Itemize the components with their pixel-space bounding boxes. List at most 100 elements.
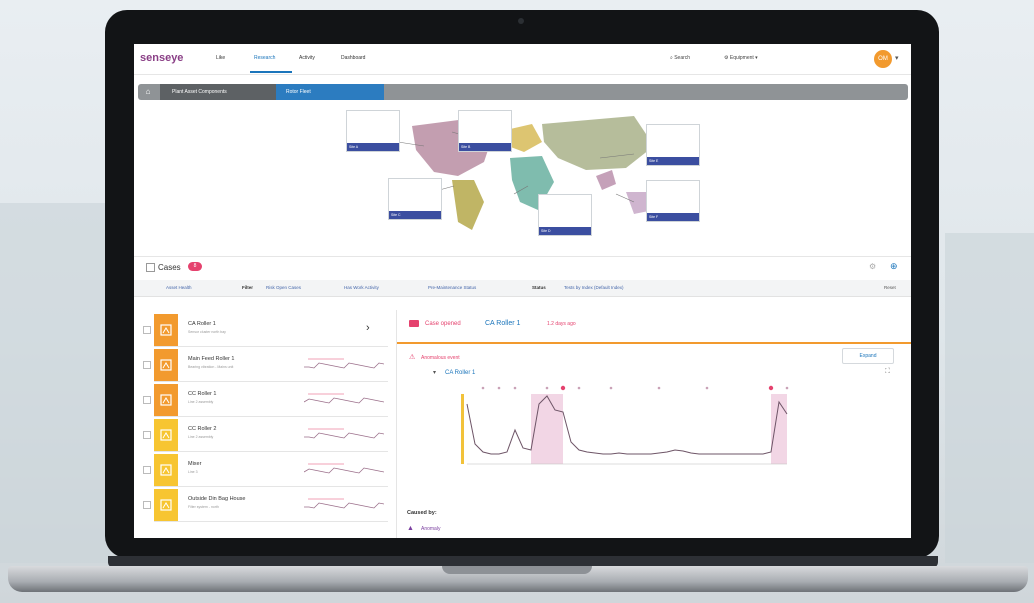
row-checkbox[interactable] <box>143 431 151 439</box>
site-card[interactable]: Site B <box>458 110 512 152</box>
event-marker[interactable] <box>785 386 789 390</box>
filter-bar: Asset Health Filter Risk Open Cases Has … <box>134 280 911 297</box>
nav-dashboard[interactable]: Dashboard <box>341 55 365 61</box>
case-tag-icon <box>409 320 419 327</box>
case-detail: Case opened CA Roller 1 1.2 days ago ⚠ A… <box>396 310 911 538</box>
site-label: Site E <box>647 157 699 165</box>
event-marker[interactable] <box>577 386 581 390</box>
case-title: Mixer <box>188 461 202 467</box>
laptop-notch <box>442 566 592 574</box>
event-marker[interactable] <box>657 386 661 390</box>
app-logo[interactable]: senseye <box>140 52 183 64</box>
site-card[interactable]: Site D <box>538 194 592 236</box>
site-label: Site D <box>539 227 591 235</box>
site-label: Site A <box>347 143 399 151</box>
case-title: Outside Din Bag House <box>188 496 246 502</box>
event-marker[interactable] <box>481 386 485 390</box>
background-building <box>945 233 1034 563</box>
case-severity-icon <box>154 349 178 381</box>
row-checkbox[interactable] <box>143 326 151 334</box>
event-marker[interactable] <box>560 385 566 391</box>
site-card[interactable]: Site A <box>346 110 400 152</box>
case-title: CA Roller 1 <box>188 321 216 327</box>
event-marker[interactable] <box>545 386 549 390</box>
row-checkbox[interactable] <box>143 501 151 509</box>
case-subtitle: Bearing vibration - Mains unit <box>188 365 234 369</box>
expand-button[interactable]: Expand <box>842 348 894 364</box>
list-item[interactable]: Outside Din Bag House Filter system - nor… <box>154 489 388 522</box>
case-title: Main Feed Roller 1 <box>188 356 235 362</box>
event-marker[interactable] <box>513 386 517 390</box>
row-checkbox[interactable] <box>143 361 151 369</box>
list-item[interactable]: CA Roller 1 Sensor cluster north bay › <box>154 314 388 347</box>
detail-header: Case opened CA Roller 1 1.2 days ago <box>397 310 911 344</box>
detail-subtitle: Anomalous event <box>421 355 460 361</box>
event-marker[interactable] <box>705 386 709 390</box>
asset-link[interactable]: CA Roller 1 <box>485 320 520 327</box>
sensor-chart[interactable] <box>437 384 797 494</box>
event-marker[interactable] <box>768 385 774 391</box>
filter-chip[interactable]: Tests by Index (Default Index) <box>564 285 624 290</box>
collapse-icon[interactable]: ▾ <box>433 369 436 376</box>
app-header: senseye Like Research Activity Dashboard… <box>134 44 911 75</box>
case-subtitle: Sensor cluster north bay <box>188 330 226 334</box>
site-card[interactable]: Site F <box>646 180 700 222</box>
list-item[interactable]: CC Roller 2 Line 2 assembly <box>154 419 388 452</box>
filter-chip[interactable]: Risk Open Cases <box>266 285 301 290</box>
search-link[interactable]: ⌕ Search <box>670 55 690 61</box>
filter-chip[interactable]: Pre-Maintenance Status <box>428 285 476 290</box>
settings-icon[interactable]: ⚙ <box>869 262 876 271</box>
event-marker[interactable] <box>497 386 501 390</box>
chevron-down-icon[interactable]: ▾ <box>895 54 899 62</box>
case-subtitle: Line 2 assembly <box>188 400 214 404</box>
cases-count-badge: 8 <box>188 262 202 271</box>
nav-research[interactable]: Research <box>254 55 275 61</box>
chart-series-title[interactable]: CA Roller 1 <box>445 370 475 376</box>
background-building <box>0 203 110 563</box>
home-icon[interactable]: ⌂ <box>142 86 154 98</box>
cases-title: Cases <box>158 263 181 272</box>
case-severity-icon <box>154 419 178 451</box>
group-selector[interactable]: Asset Health <box>166 285 192 290</box>
reset-link[interactable]: Reset <box>884 285 896 290</box>
row-checkbox[interactable] <box>143 466 151 474</box>
case-time: 1.2 days ago <box>547 321 576 327</box>
breadcrumb-item-active[interactable]: Rotor Fleet <box>276 84 384 100</box>
site-label: Site F <box>647 213 699 221</box>
screen: senseye Like Research Activity Dashboard… <box>134 44 911 538</box>
nav-activity[interactable]: Activity <box>299 55 315 61</box>
site-card[interactable]: Site C <box>388 178 442 220</box>
anomaly-icon: ⚠ <box>409 354 416 361</box>
breadcrumb-item[interactable]: Plant Asset Components <box>160 84 282 100</box>
chevron-right-icon[interactable]: › <box>366 322 370 334</box>
avatar[interactable]: OM <box>874 50 892 68</box>
filter-chip[interactable]: Has Work Activity <box>344 285 379 290</box>
nav-like[interactable]: Like <box>216 55 225 61</box>
anomaly-type-icon: ▲ <box>407 525 414 532</box>
anomaly-region[interactable] <box>531 394 563 464</box>
add-case-icon[interactable]: ⊕ <box>890 261 898 272</box>
site-label: Site C <box>389 211 441 219</box>
case-subtitle: Filter system - north <box>188 505 219 509</box>
sparkline <box>304 498 384 509</box>
camera-icon <box>518 18 524 24</box>
equipment-label: Equipment <box>729 55 754 61</box>
row-checkbox[interactable] <box>143 396 151 404</box>
fullscreen-icon[interactable]: ⛶ <box>885 368 890 376</box>
case-title: CC Roller 1 <box>188 391 217 397</box>
anomaly-link[interactable]: Anomaly <box>421 526 440 532</box>
case-severity-icon <box>154 489 178 521</box>
breadcrumb: ⌂ Plant Asset Components Rotor Fleet <box>138 84 908 100</box>
list-item[interactable]: CC Roller 1 Line 2 assembly <box>154 384 388 417</box>
case-subtitle: Line 3 <box>188 470 198 474</box>
case-status: Case opened <box>425 321 461 327</box>
list-item[interactable]: Main Feed Roller 1 Bearing vibration - Ma… <box>154 349 388 382</box>
list-item[interactable]: Mixer Line 3 <box>154 454 388 487</box>
case-subtitle: Line 2 assembly <box>188 435 214 439</box>
caused-by-label: Caused by: <box>407 510 437 516</box>
equipment-filter[interactable]: ⚙ Equipment ▾ <box>724 55 758 61</box>
event-marker[interactable] <box>609 386 613 390</box>
sparkline <box>304 358 384 369</box>
select-all-checkbox[interactable] <box>146 263 155 272</box>
site-card[interactable]: Site E <box>646 124 700 166</box>
